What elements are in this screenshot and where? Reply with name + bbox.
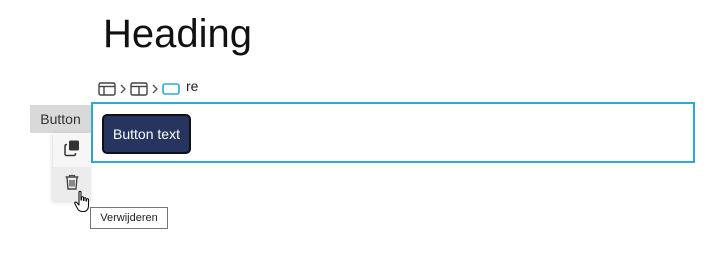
section-layout-icon[interactable] xyxy=(97,81,117,97)
column-layout-icon[interactable] xyxy=(129,81,149,97)
block-icon[interactable] xyxy=(161,81,181,97)
partially-hidden-text: re xyxy=(186,78,199,94)
component-type-label: Button xyxy=(30,105,91,133)
duplicate-button[interactable] xyxy=(53,133,91,167)
duplicate-icon xyxy=(63,139,81,162)
block-breadcrumb xyxy=(93,76,187,102)
content-button[interactable]: Button text xyxy=(102,114,191,154)
chevron-right-icon xyxy=(149,81,161,97)
delete-tooltip: Verwijderen xyxy=(90,207,168,229)
page-heading: Heading xyxy=(103,12,253,56)
chevron-right-icon xyxy=(117,81,129,97)
